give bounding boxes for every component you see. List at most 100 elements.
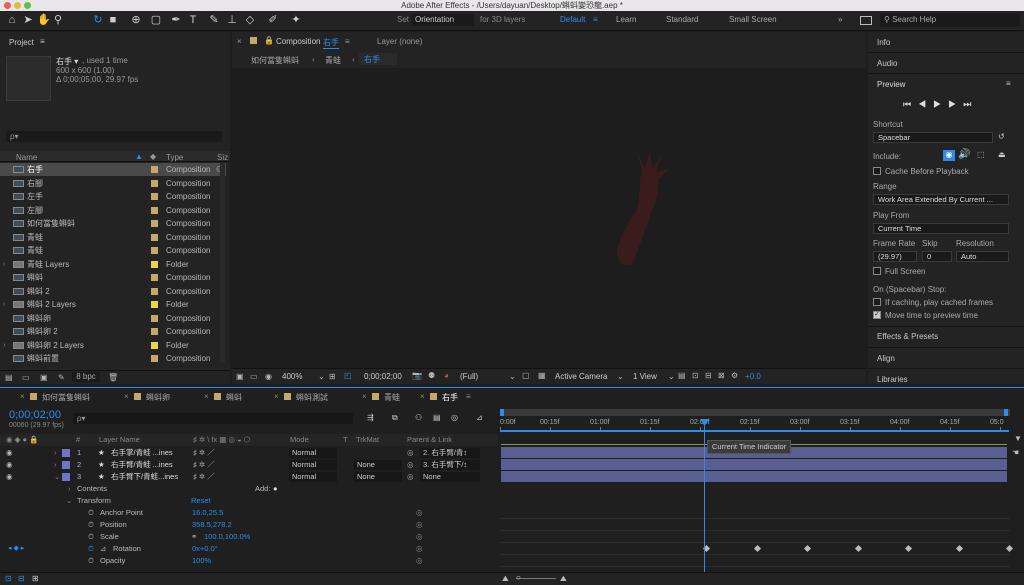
mode-dropdown[interactable]: Normal bbox=[289, 460, 337, 470]
resolution-dropdown[interactable]: (Full) bbox=[460, 372, 478, 381]
parent-pickwhip-icon[interactable]: ◎ bbox=[407, 459, 414, 471]
rectangle-tool-icon[interactable]: ▢ bbox=[150, 14, 162, 27]
breadcrumb-item-current[interactable]: 右手 bbox=[359, 53, 397, 65]
comp-mini-flowchart-icon[interactable]: ⇶ bbox=[367, 413, 374, 422]
scale-stopwatch-icon[interactable]: ⏱ bbox=[88, 531, 94, 543]
shortcut-dropdown[interactable]: Spacebar bbox=[873, 132, 993, 143]
minimize-window-button[interactable] bbox=[14, 2, 21, 9]
play-icon[interactable]: ▶ bbox=[933, 99, 948, 109]
project-item-row[interactable]: 左手 Composition bbox=[0, 190, 226, 203]
parent-pickwhip-icon[interactable]: ◎ bbox=[407, 447, 414, 459]
project-item-row[interactable]: 蝌蚪 Composition bbox=[0, 271, 226, 284]
label-color-swatch[interactable] bbox=[151, 314, 158, 322]
panel-menu-icon[interactable]: ≡ bbox=[466, 392, 471, 401]
mode-dropdown[interactable]: Normal bbox=[289, 472, 337, 482]
expand-arrow-icon[interactable]: › bbox=[54, 447, 57, 459]
workspace-menu-icon[interactable]: ≡ bbox=[593, 15, 598, 24]
zoom-out-icon[interactable]: ⛰ bbox=[502, 574, 509, 584]
layer-switches[interactable]: ♯ ✲ ／ bbox=[193, 471, 215, 483]
expand-folder-icon[interactable]: › bbox=[3, 258, 5, 271]
property-value[interactable]: 16.0,25.5 bbox=[192, 507, 223, 519]
label-color-swatch[interactable] bbox=[151, 301, 158, 308]
expand-folder-icon[interactable]: › bbox=[3, 298, 5, 311]
include-overlays-icon[interactable]: ⬚ bbox=[977, 150, 985, 159]
label-color-swatch[interactable] bbox=[151, 220, 158, 227]
first-frame-icon[interactable]: ⏮ bbox=[903, 99, 918, 109]
visibility-eye-icon[interactable]: ◉ bbox=[6, 471, 13, 483]
reset-exposure-icon[interactable]: ⚙ bbox=[731, 371, 738, 380]
zoom-slider-handle[interactable]: ○ bbox=[516, 573, 521, 582]
include-video-icon[interactable]: ◉ bbox=[943, 150, 955, 161]
trash-icon[interactable]: 🗑 bbox=[108, 373, 118, 382]
label-color-swatch[interactable] bbox=[151, 287, 158, 295]
expression-pickwhip-icon[interactable]: ◎ bbox=[416, 555, 423, 567]
expand-folder-icon[interactable]: › bbox=[3, 339, 5, 352]
play-from-dropdown[interactable]: Current Time bbox=[873, 223, 1009, 234]
project-item-row[interactable]: 蝌蚪卵 2 Composition bbox=[0, 325, 226, 338]
breadcrumb-item-root[interactable]: 如何當隻蝌蚪 bbox=[251, 55, 299, 66]
parent-dropdown[interactable]: 3. 右手臂下/↕ bbox=[420, 460, 480, 470]
graph-editor-icon[interactable]: ⊿ bbox=[476, 413, 483, 422]
label-color-swatch[interactable] bbox=[151, 328, 158, 335]
label-color-swatch[interactable] bbox=[151, 355, 158, 362]
breadcrumb-item-frog[interactable]: 青蛙 bbox=[325, 55, 341, 66]
resolution-dropdown[interactable]: Auto bbox=[956, 251, 1009, 262]
timeline-layer-row[interactable]: ◉ › 2 ★ 右手臂/青蛙 ...ines ♯ ✲ ／ Normal None ◎ 3. 右手臂… bbox=[0, 459, 498, 471]
property-value[interactable]: 358.5,278.2 bbox=[192, 519, 232, 531]
project-item-row[interactable]: 右手Composition⚇ bbox=[0, 163, 226, 176]
work-area-end-handle[interactable] bbox=[1004, 409, 1008, 416]
cache-before-playback-checkbox[interactable] bbox=[873, 167, 881, 175]
if-caching-checkbox[interactable] bbox=[873, 298, 881, 306]
comp-tab-label[interactable]: Composition bbox=[276, 37, 320, 46]
project-settings-icon[interactable]: ✎ bbox=[58, 373, 65, 382]
opacity-stopwatch-icon[interactable]: ⏱ bbox=[88, 555, 94, 567]
brush-tool-icon[interactable]: ✎ bbox=[208, 14, 220, 27]
clone-stamp-tool-icon[interactable]: ⊥ bbox=[226, 14, 238, 27]
layer-name[interactable]: 右手臂/青蛙 ...ines bbox=[111, 459, 173, 471]
info-panel-tab[interactable]: Info bbox=[877, 38, 890, 47]
draft-3d-icon[interactable]: ⧉ bbox=[392, 413, 398, 423]
comp-button-icon[interactable]: ▼ bbox=[1014, 434, 1022, 443]
timeline-layer-row[interactable]: ◉ ⌄ 3 ★ 右手臂下/青蛙...ines ♯ ✲ ／ Normal None ◎ None bbox=[0, 471, 498, 483]
anchor-stopwatch-icon[interactable]: ⏱ bbox=[88, 507, 94, 519]
expression-pickwhip-icon[interactable]: ◎ bbox=[416, 507, 423, 519]
project-item-row[interactable]: 左腳 Composition bbox=[0, 204, 226, 217]
work-area-bar[interactable] bbox=[500, 409, 1010, 416]
frame-blending-icon[interactable]: ▤ bbox=[433, 413, 441, 422]
flowchart-icon[interactable]: ⊠ bbox=[718, 371, 725, 380]
column-type[interactable]: Type bbox=[166, 153, 183, 162]
close-tab-icon[interactable]: × bbox=[237, 37, 242, 46]
label-color-swatch[interactable] bbox=[151, 206, 158, 214]
layer-label-swatch[interactable] bbox=[62, 449, 70, 457]
hand-tool-icon[interactable]: ✋ bbox=[37, 14, 51, 27]
expression-pickwhip-icon[interactable]: ◎ bbox=[416, 543, 423, 555]
column-size[interactable]: Siz bbox=[217, 153, 228, 162]
fit-view-icon[interactable]: ⊡ bbox=[692, 371, 699, 380]
label-color-swatch[interactable] bbox=[151, 341, 158, 349]
layer-duration-bar[interactable] bbox=[501, 459, 1007, 470]
layer-duration-bar[interactable] bbox=[501, 471, 1007, 482]
include-audio-icon[interactable]: 🔊 bbox=[958, 149, 970, 160]
more-workspaces-icon[interactable]: » bbox=[838, 15, 842, 24]
full-screen-checkbox[interactable] bbox=[873, 267, 881, 275]
panel-menu-icon[interactable]: ≡ bbox=[40, 37, 45, 46]
project-item-row[interactable]: 青蛙 Composition bbox=[0, 231, 226, 244]
contents-label[interactable]: Contents bbox=[77, 483, 107, 495]
camera-dropdown[interactable]: Active Camera bbox=[555, 372, 607, 381]
parent-pickwhip-icon[interactable]: ◎ bbox=[407, 471, 414, 483]
workspace-learn[interactable]: Learn bbox=[616, 15, 636, 24]
constrain-proportions-icon[interactable]: ⚭ bbox=[191, 531, 197, 543]
close-tab-icon[interactable]: × bbox=[274, 392, 279, 401]
label-color-swatch[interactable] bbox=[151, 247, 158, 254]
rotation-tool-icon[interactable]: ↻ bbox=[92, 14, 104, 27]
effects-presets-tab[interactable]: Effects & Presets bbox=[877, 332, 938, 341]
layer-name[interactable]: 右手臂下/青蛙...ines bbox=[111, 471, 178, 483]
next-frame-icon[interactable]: ▶ bbox=[948, 99, 963, 109]
project-item-row[interactable]: 右腳 Composition bbox=[0, 177, 226, 190]
layer-label-swatch[interactable] bbox=[62, 461, 70, 469]
add-property-icon[interactable]: ● bbox=[273, 483, 278, 495]
label-color-swatch[interactable] bbox=[151, 260, 158, 268]
timeline-timecode[interactable]: 0;00;02;00 bbox=[9, 409, 61, 421]
range-dropdown[interactable]: Work Area Extended By Current ... bbox=[873, 194, 1009, 205]
property-value[interactable]: 100.0,100.0% bbox=[204, 531, 250, 543]
